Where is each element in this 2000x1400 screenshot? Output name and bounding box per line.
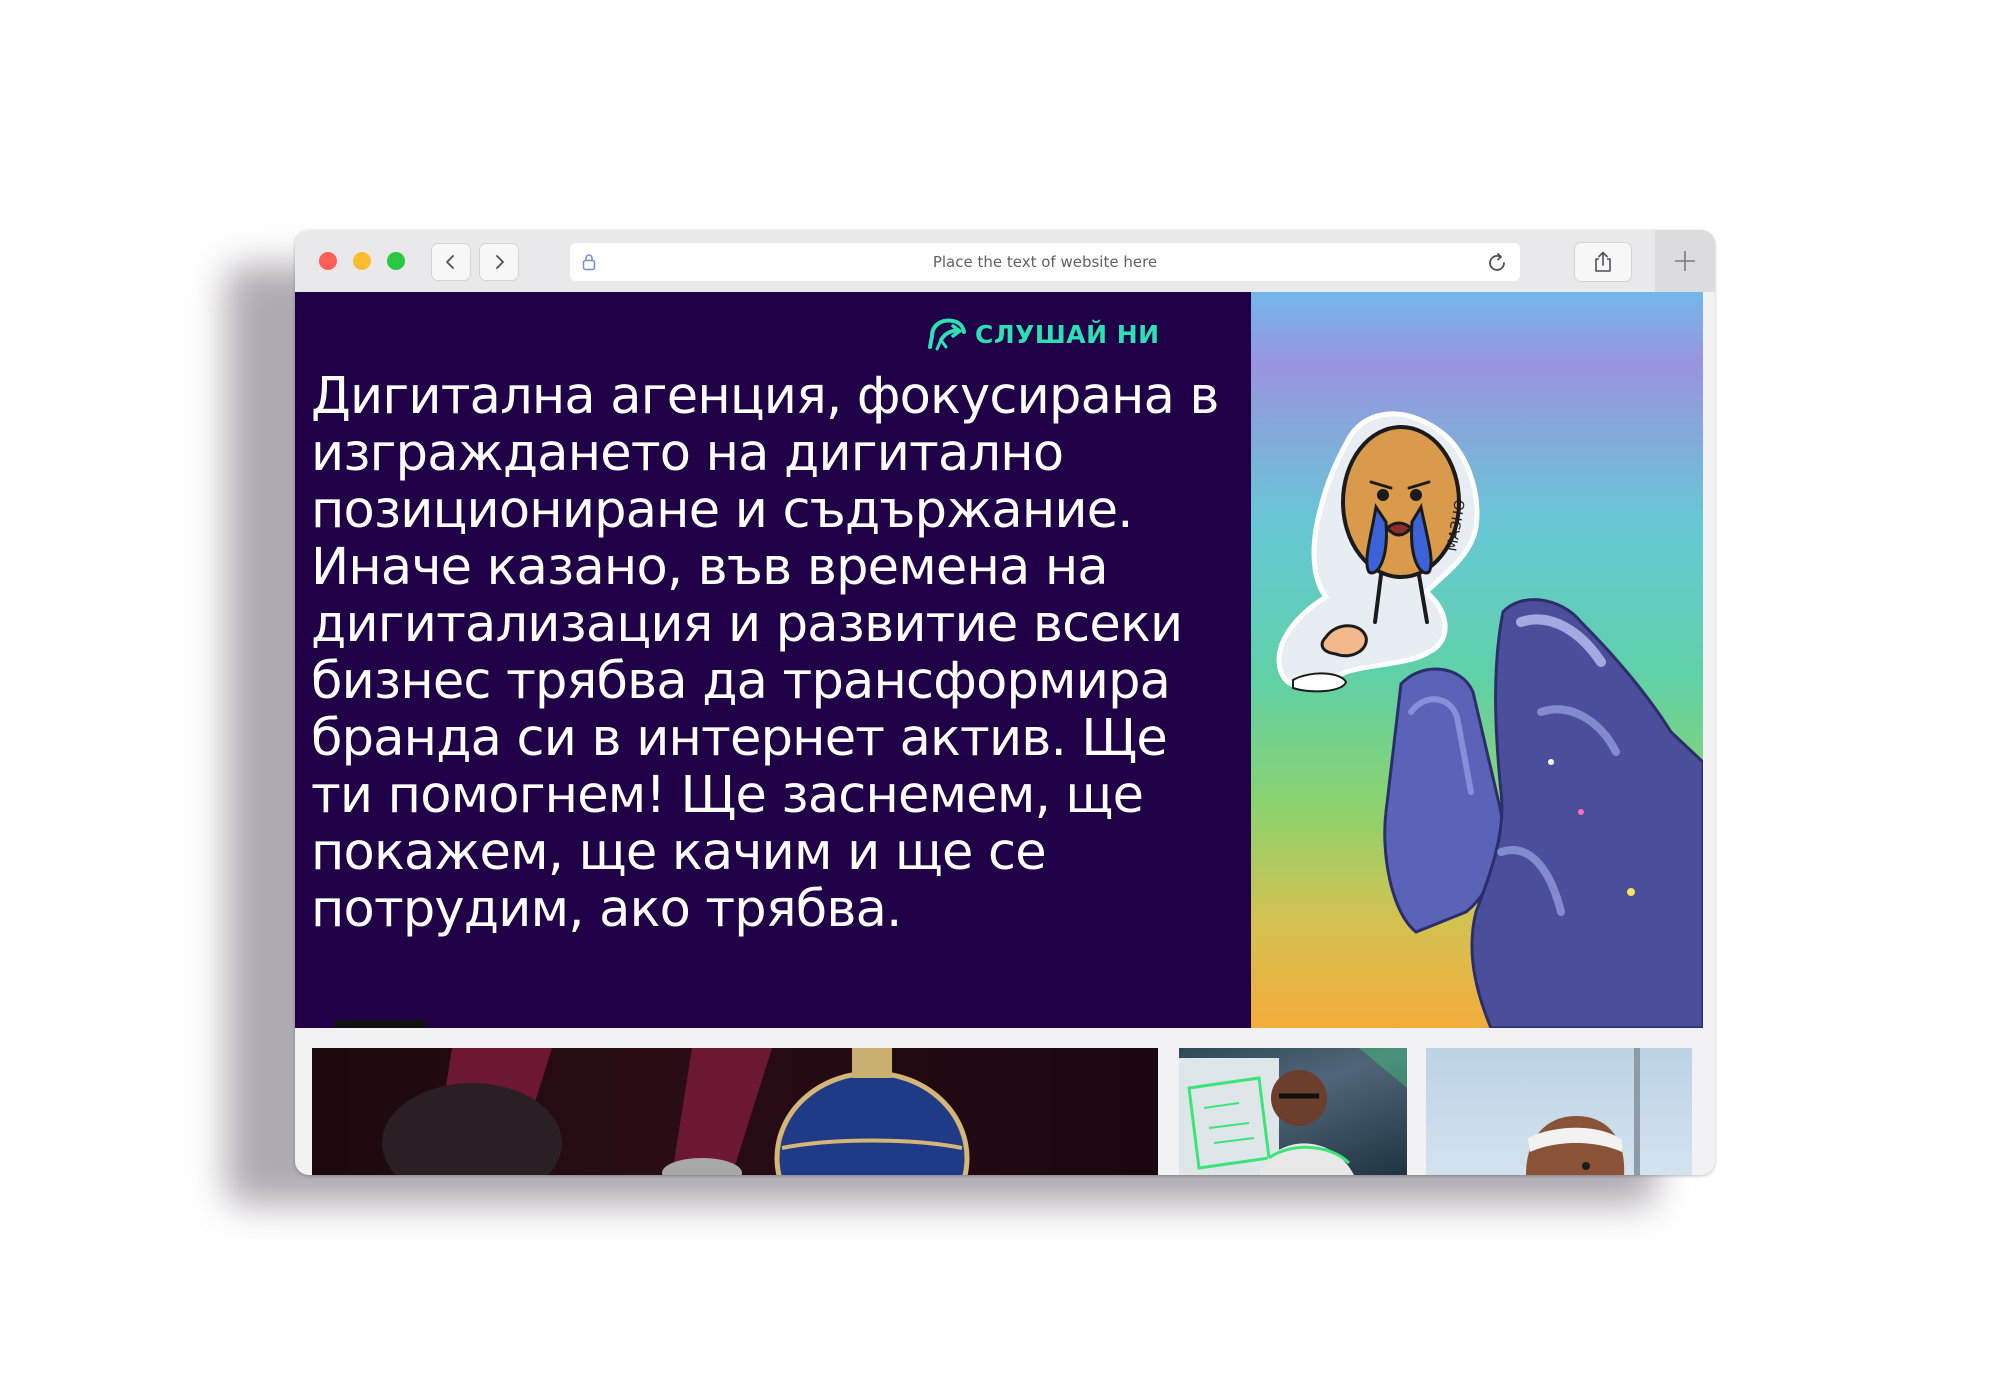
listen-label[interactable]: СЛУШАЙ НИ <box>975 320 1160 349</box>
artist-photo-illustration <box>1179 1048 1407 1175</box>
back-button[interactable] <box>432 244 470 280</box>
thumbnail-jewelled-egg[interactable] <box>312 1048 1158 1175</box>
back-chevron-icon <box>446 255 454 269</box>
share-icon <box>1595 251 1611 272</box>
hero-slider-tab[interactable] <box>335 1020 427 1028</box>
plus-icon <box>1675 251 1695 271</box>
address-text[interactable]: Place the text of website here <box>570 253 1520 271</box>
new-tab-button[interactable] <box>1655 230 1715 292</box>
forward-chevron-icon <box>496 255 504 269</box>
hero-section: СЛУШАЙ НИ Дигитална агенция, фокусирана … <box>295 292 1251 1028</box>
share-button[interactable] <box>1575 243 1631 281</box>
reload-icon[interactable] <box>1486 252 1508 274</box>
sticker-hand-illustration: МАЗНО <box>1276 411 1703 1028</box>
hero-headline: Дигитална агенция, фокусирана в изгражда… <box>311 367 1220 939</box>
hero-illustration: МАЗНО <box>1251 292 1703 1028</box>
listen-link[interactable]: СЛУШАЙ НИ <box>927 314 1160 354</box>
thumbnail-artist-with-glasses[interactable] <box>1179 1048 1407 1175</box>
minimize-window-button[interactable] <box>353 252 371 270</box>
man-photo-illustration <box>1526 1048 1640 1175</box>
close-window-button[interactable] <box>319 252 337 270</box>
thumbnail-man-with-headband[interactable] <box>1426 1048 1692 1175</box>
page-content: СЛУШАЙ НИ Дигитална агенция, фокусирана … <box>295 292 1715 1175</box>
browser-window: Place the text of website here СЛУШАЙ НИ… <box>295 230 1715 1175</box>
forward-button[interactable] <box>480 244 518 280</box>
browser-toolbar: Place the text of website here <box>295 230 1715 293</box>
address-bar[interactable]: Place the text of website here <box>570 243 1520 281</box>
egg-photo-illustration <box>382 1048 970 1175</box>
headphones-arrow-icon <box>928 318 966 351</box>
zoom-window-button[interactable] <box>387 252 405 270</box>
